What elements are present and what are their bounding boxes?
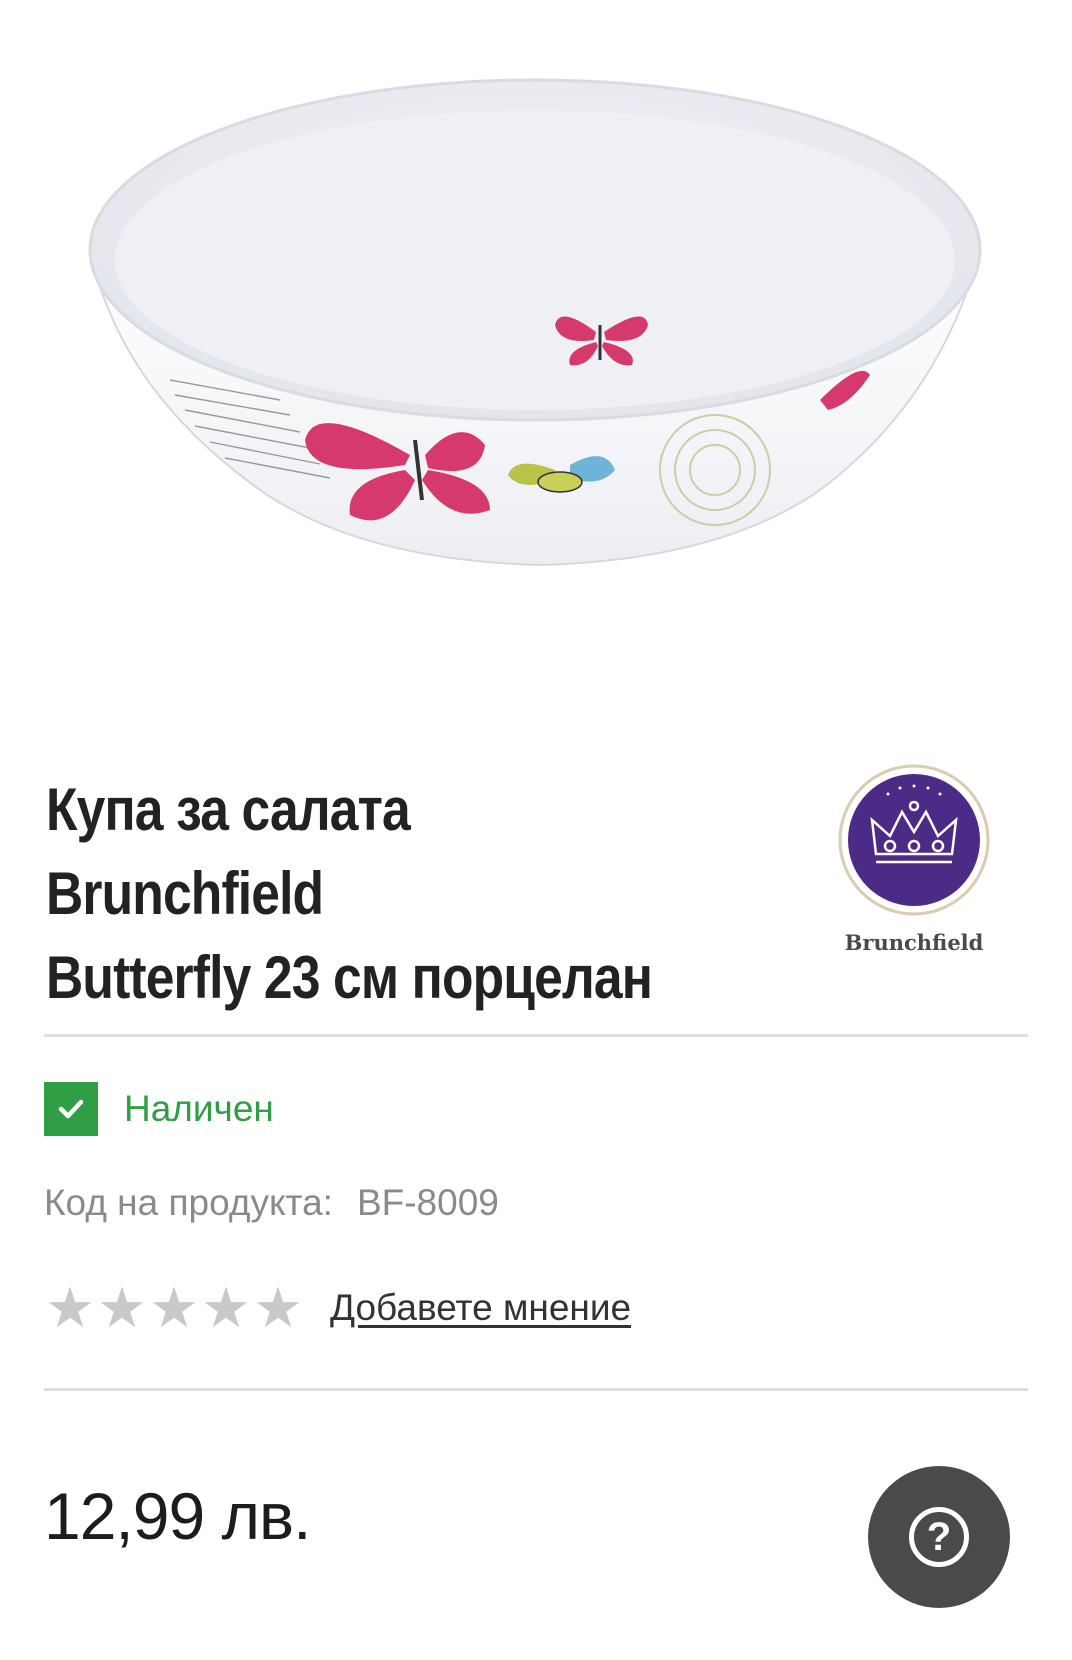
brand-logo-text: Brunchfield xyxy=(845,930,984,955)
brand-logo[interactable]: Brunchfield xyxy=(820,758,1008,968)
question-icon: ? xyxy=(909,1507,969,1567)
availability-status: Наличен xyxy=(44,1082,274,1136)
product-code: Код на продукта: BF-8009 xyxy=(44,1182,499,1224)
product-title-line2: Butterfly 23 см порцелан xyxy=(46,944,653,1011)
availability-label: Наличен xyxy=(124,1088,274,1129)
product-code-label: Код на продукта: xyxy=(44,1182,333,1223)
product-code-value: BF-8009 xyxy=(356,1182,499,1223)
check-icon xyxy=(44,1082,98,1136)
star-icon[interactable]: ★ xyxy=(148,1280,200,1336)
product-image[interactable] xyxy=(60,60,1020,620)
rating-stars[interactable]: ★ ★ ★ ★ ★ xyxy=(44,1280,304,1336)
star-icon[interactable]: ★ xyxy=(200,1280,252,1336)
divider xyxy=(44,1388,1028,1391)
product-title: Купа за салата Brunchfield Butterfly 23 … xyxy=(46,768,700,1020)
product-price: 12,99 лв. xyxy=(44,1479,311,1553)
add-review-link[interactable]: Добавете мнение xyxy=(330,1287,631,1329)
rating-row: ★ ★ ★ ★ ★ Добавете мнение xyxy=(44,1280,631,1336)
star-icon[interactable]: ★ xyxy=(96,1280,148,1336)
star-icon[interactable]: ★ xyxy=(252,1280,304,1336)
product-title-line1: Купа за салата Brunchfield xyxy=(46,776,411,927)
help-button[interactable]: ? xyxy=(868,1466,1010,1608)
divider xyxy=(44,1034,1028,1037)
star-icon[interactable]: ★ xyxy=(44,1280,96,1336)
